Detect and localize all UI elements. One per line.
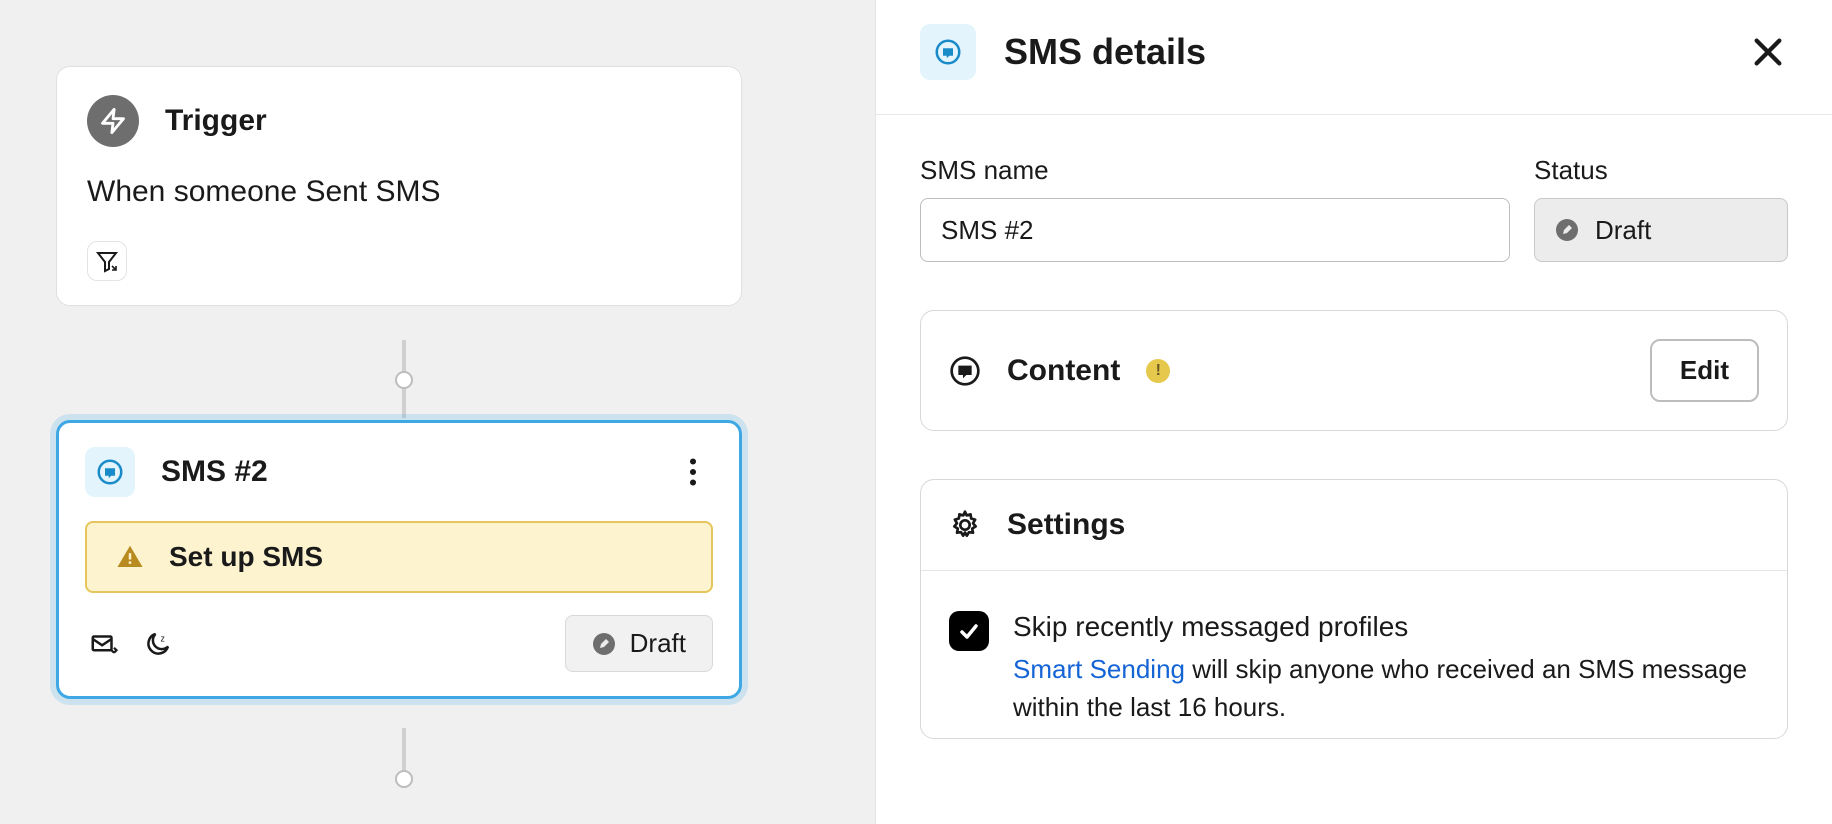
warning-text: Set up SMS (169, 541, 323, 573)
check-icon (957, 619, 981, 643)
draft-icon (592, 632, 616, 656)
status-label: Status (1534, 155, 1788, 186)
status-field: Status Draft (1534, 155, 1788, 262)
connector-dot (395, 770, 413, 788)
sms-card-footer: z Draft (85, 615, 713, 672)
trigger-header: Trigger (87, 95, 711, 147)
quiet-hours-icon[interactable]: z (139, 625, 177, 663)
content-header: Content Edit (921, 311, 1787, 430)
sms-card-header: SMS #2 (85, 447, 713, 497)
setup-warning[interactable]: Set up SMS (85, 521, 713, 593)
content-warning-icon (1146, 359, 1170, 383)
lightning-icon (87, 95, 139, 147)
panel-body: SMS name Status Draft Content Edit (876, 115, 1832, 824)
status-text: Draft (630, 628, 686, 659)
skip-profiles-title: Skip recently messaged profiles (1013, 611, 1759, 643)
sms-icon (920, 24, 976, 80)
status-badge[interactable]: Draft (565, 615, 713, 672)
close-icon (1751, 35, 1785, 69)
skip-profiles-text: Skip recently messaged profiles Smart Se… (1013, 611, 1759, 726)
name-status-row: SMS name Status Draft (920, 155, 1788, 262)
panel-header: SMS details (876, 0, 1832, 115)
panel-title: SMS details (1004, 31, 1720, 73)
close-button[interactable] (1748, 32, 1788, 72)
skip-profiles-checkbox[interactable] (949, 611, 989, 651)
sms-card-title: SMS #2 (161, 455, 647, 489)
sms-card[interactable]: SMS #2 Set up SMS z Draft (56, 420, 742, 699)
connector-dot (395, 371, 413, 389)
edit-content-button[interactable]: Edit (1650, 339, 1759, 402)
content-section: Content Edit (920, 310, 1788, 431)
draft-icon (1555, 218, 1579, 242)
settings-section: Settings Skip recently messaged profiles… (920, 479, 1788, 739)
status-select[interactable]: Draft (1534, 198, 1788, 262)
details-panel: SMS details SMS name Status Draft Conte (875, 0, 1832, 824)
trigger-filter-button[interactable] (87, 241, 127, 281)
trigger-card[interactable]: Trigger When someone Sent SMS (56, 66, 742, 306)
flow-canvas: Trigger When someone Sent SMS SMS #2 Set… (0, 0, 875, 824)
smart-sending-link[interactable]: Smart Sending (1013, 654, 1185, 684)
settings-title: Settings (1007, 508, 1125, 542)
sms-name-label: SMS name (920, 155, 1510, 186)
skip-profiles-description: Smart Sending will skip anyone who recei… (1013, 651, 1759, 726)
message-icon (949, 355, 981, 387)
svg-text:z: z (161, 633, 165, 643)
more-options-button[interactable] (673, 452, 713, 492)
settings-header: Settings (921, 480, 1787, 570)
sms-icon (85, 447, 135, 497)
status-value: Draft (1595, 215, 1651, 246)
gear-icon (949, 509, 981, 541)
trigger-description: When someone Sent SMS (87, 175, 711, 209)
sms-name-field: SMS name (920, 155, 1510, 262)
content-title: Content (1007, 354, 1120, 388)
open-tracking-icon[interactable] (85, 625, 123, 663)
trigger-title: Trigger (165, 104, 267, 138)
settings-body: Skip recently messaged profiles Smart Se… (921, 570, 1787, 738)
skip-profiles-row: Skip recently messaged profiles Smart Se… (949, 611, 1759, 726)
warning-icon (115, 542, 145, 572)
sms-name-input[interactable] (920, 198, 1510, 262)
